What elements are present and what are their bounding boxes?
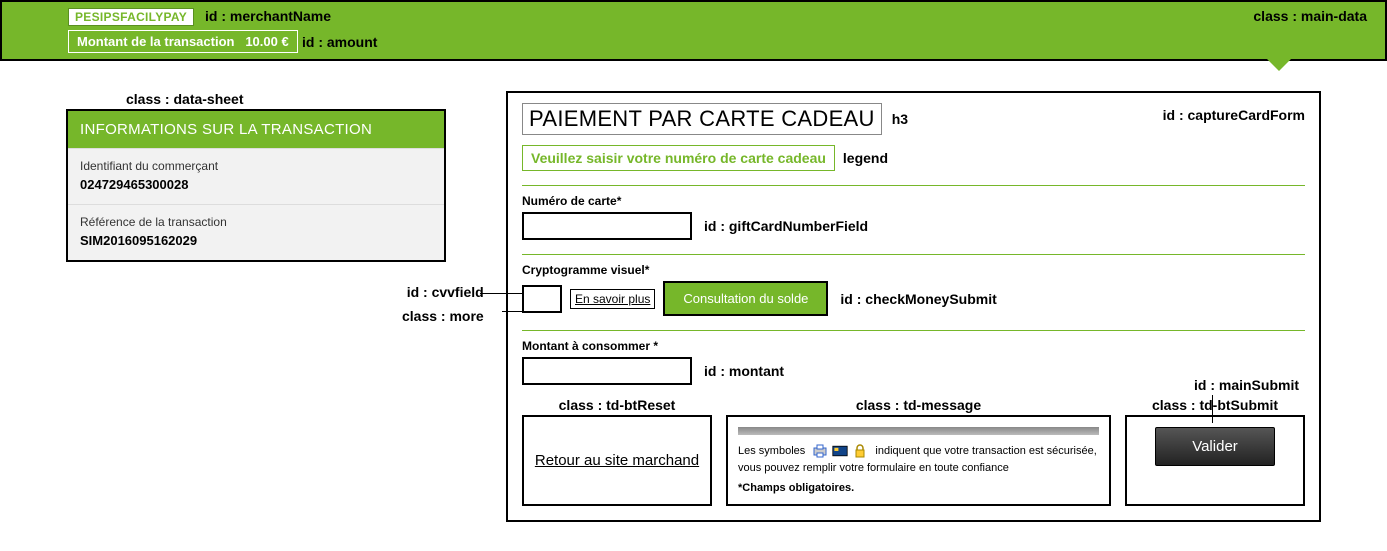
data-sheet-panel: INFORMATIONS SUR LA TRANSACTION Identifi… bbox=[66, 109, 446, 262]
reset-column: class : td-btReset Retour au site marcha… bbox=[522, 415, 712, 506]
merchant-name-badge: PESIPSFACILYPAY bbox=[68, 8, 194, 26]
annotation-h3: h3 bbox=[892, 111, 908, 127]
data-sheet-header: INFORMATIONS SUR LA TRANSACTION bbox=[68, 111, 444, 148]
more-info-link[interactable]: En savoir plus bbox=[570, 289, 655, 309]
capture-card-form: id : captureCardForm PAIEMENT PAR CARTE … bbox=[506, 91, 1321, 522]
amount-label: Montant de la transaction bbox=[77, 34, 234, 49]
form-heading: PAIEMENT PAR CARTE CADEAU bbox=[522, 103, 882, 135]
cvv-input[interactable] bbox=[522, 285, 562, 313]
main-data-arrow-icon bbox=[1267, 59, 1291, 71]
annotation-main-data-class: class : main-data bbox=[1253, 8, 1367, 24]
divider bbox=[522, 330, 1305, 331]
cvv-label: Cryptogramme visuel* bbox=[522, 263, 1305, 277]
annotation-data-sheet-class: class : data-sheet bbox=[126, 91, 446, 107]
merchant-id-label: Identifiant du commerçant bbox=[80, 159, 432, 173]
message-column: class : td-message Les symboles indiquen… bbox=[726, 415, 1111, 506]
amount-consume-label: Montant à consommer * bbox=[522, 339, 1305, 353]
transaction-ref-block: Référence de la transaction SIM201609516… bbox=[68, 204, 444, 260]
return-to-merchant-link[interactable]: Retour au site marchand bbox=[535, 452, 699, 469]
merchant-id-block: Identifiant du commerçant 02472946530002… bbox=[68, 148, 444, 204]
mandatory-fields-note: *Champs obligatoires. bbox=[738, 482, 1099, 494]
security-message-prefix: Les symboles bbox=[738, 445, 805, 457]
annotation-cvv-field: id : cvvfield bbox=[402, 281, 484, 305]
annotation-amount-id: id : amount bbox=[302, 34, 377, 50]
card-number-label: Numéro de carte* bbox=[522, 194, 1305, 208]
merchant-id-value: 024729465300028 bbox=[80, 177, 432, 192]
divider bbox=[522, 254, 1305, 255]
validate-button[interactable]: Valider bbox=[1155, 427, 1275, 466]
annotation-legend: legend bbox=[843, 150, 888, 166]
message-bar-icon bbox=[738, 427, 1099, 435]
annotation-line-icon bbox=[480, 293, 522, 294]
annotation-td-message: class : td-message bbox=[728, 397, 1109, 413]
transaction-ref-value: SIM2016095162029 bbox=[80, 233, 432, 248]
form-legend: Veuillez saisir votre numéro de carte ca… bbox=[522, 145, 835, 171]
main-data-bar: PESIPSFACILYPAY id : merchantName Montan… bbox=[0, 0, 1387, 61]
annotation-montant: id : montant bbox=[704, 363, 784, 379]
lock-icon bbox=[852, 444, 868, 458]
annotation-line-icon bbox=[502, 311, 522, 312]
annotation-merchant-id: id : merchantName bbox=[205, 8, 331, 24]
transaction-ref-label: Référence de la transaction bbox=[80, 215, 432, 229]
printer-icon bbox=[812, 444, 828, 458]
annotation-check-money-submit: id : checkMoneySubmit bbox=[840, 291, 996, 307]
amount-input[interactable] bbox=[522, 357, 692, 385]
annotation-line-icon bbox=[1212, 395, 1213, 423]
annotation-td-submit: class : td-btSubmit bbox=[1127, 397, 1303, 413]
annotation-gift-card-field: id : giftCardNumberField bbox=[704, 218, 868, 234]
annotation-more-class: class : more bbox=[402, 305, 484, 329]
amount-badge: Montant de la transaction 10.00 € bbox=[68, 30, 298, 53]
annotation-td-reset: class : td-btReset bbox=[524, 397, 710, 413]
submit-column: class : td-btSubmit id : mainSubmit Vali… bbox=[1125, 415, 1305, 506]
card-icon bbox=[832, 444, 848, 458]
annotation-main-submit: id : mainSubmit bbox=[1194, 377, 1299, 393]
divider bbox=[522, 185, 1305, 186]
amount-value: 10.00 € bbox=[245, 34, 288, 49]
gift-card-number-input[interactable] bbox=[522, 212, 692, 240]
check-balance-button[interactable]: Consultation du solde bbox=[663, 281, 828, 316]
annotation-capture-form-id: id : captureCardForm bbox=[1163, 107, 1305, 123]
